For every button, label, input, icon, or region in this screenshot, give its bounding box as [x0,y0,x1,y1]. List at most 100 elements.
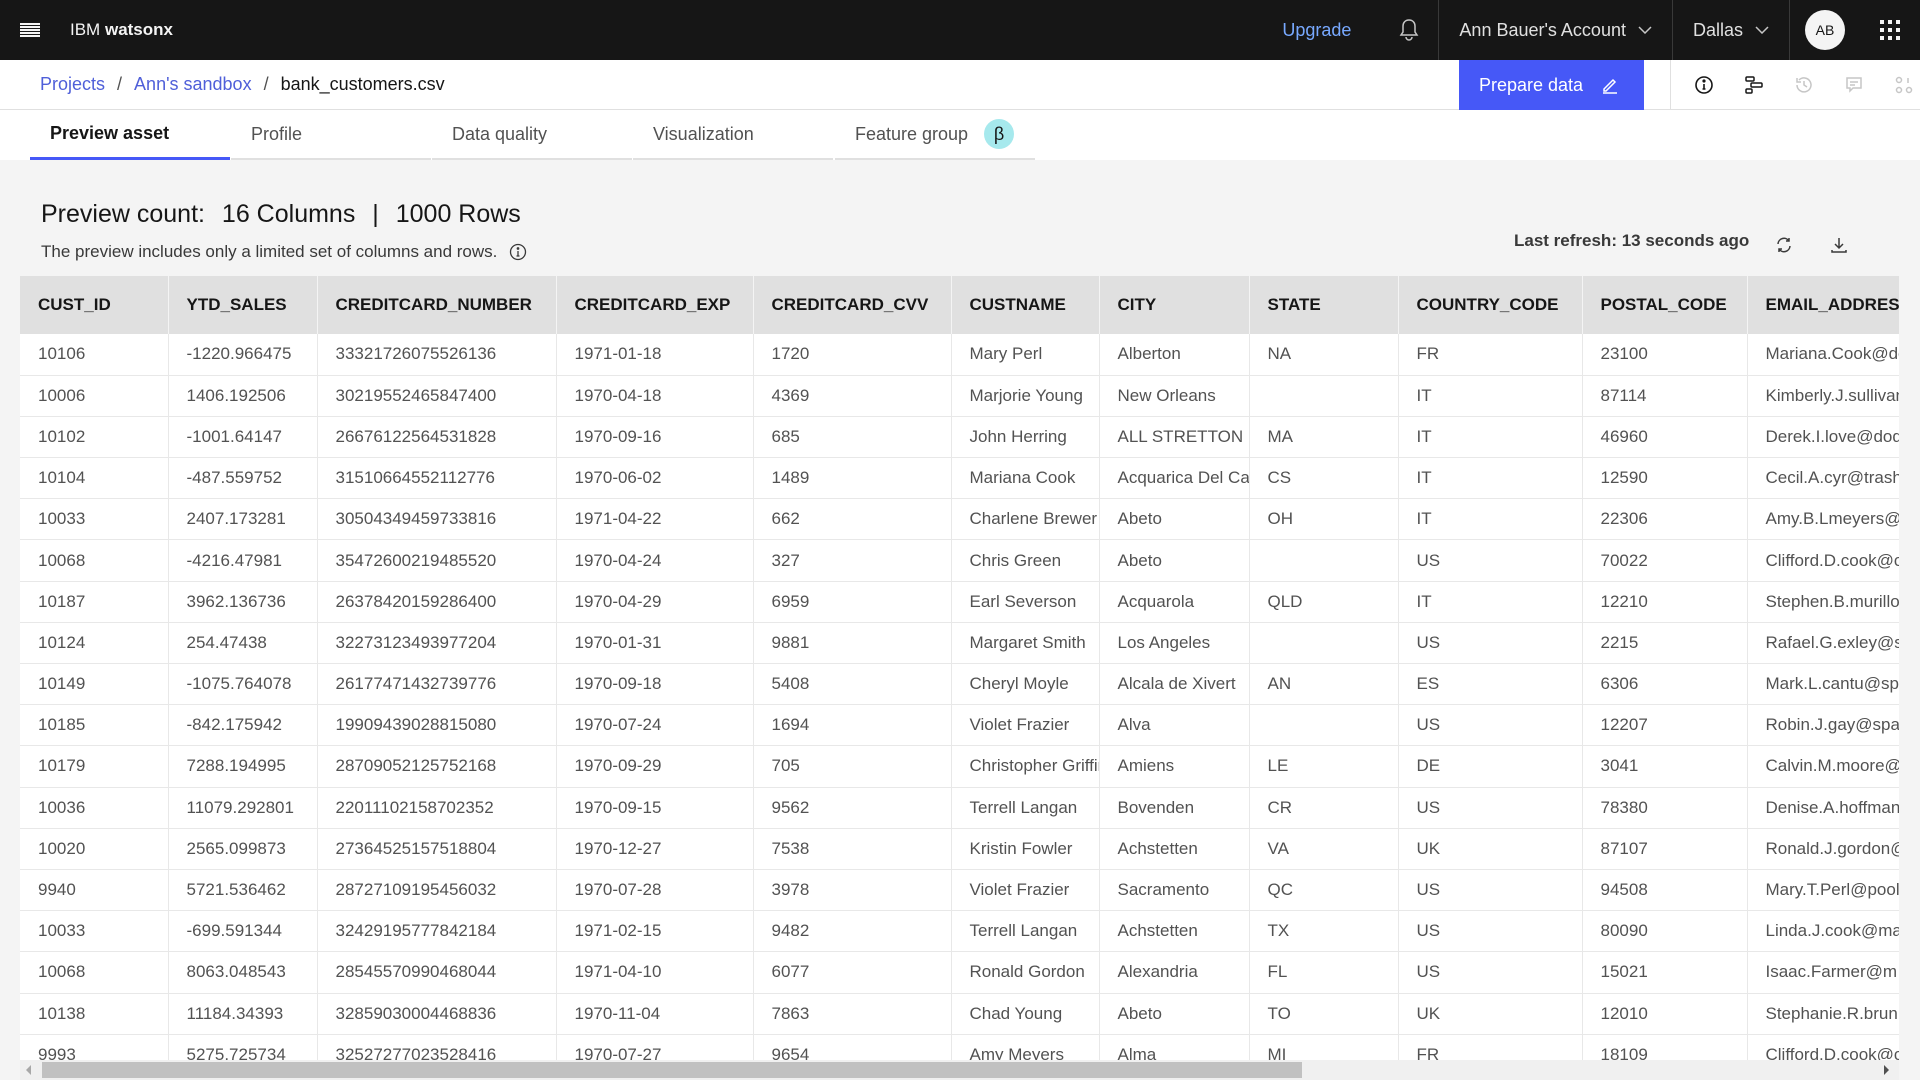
scroll-right-arrow-icon[interactable] [1884,1065,1889,1075]
table-cell: FR [1398,1034,1583,1060]
account-switcher[interactable]: Ann Bauer's Account [1439,0,1673,60]
comments-button[interactable] [1829,60,1879,110]
table-cell: Sacramento [1099,869,1250,912]
scroll-left-arrow-icon[interactable] [26,1065,31,1075]
column-header[interactable]: CREDITCARD_CVV [753,276,952,334]
table-cell: US [1398,787,1583,829]
table-cell: 12010 [1582,993,1748,1035]
info-button[interactable] [1679,60,1729,110]
table-cell: NA [1249,334,1399,376]
table-cell [1249,539,1399,582]
table-cell: Mariana.Cook@do [1747,334,1899,376]
table-cell: 26676122564531828 [317,416,557,459]
column-header[interactable]: CITY [1099,276,1250,334]
preview-note-text: The preview includes only a limited set … [41,242,498,261]
tab-preview-asset[interactable]: Preview asset [30,110,230,160]
table-cell: Alva [1099,704,1250,747]
tab-visualization[interactable]: Visualization [633,110,833,160]
table-cell: 12590 [1582,457,1748,500]
table-cell: 10036 [20,787,169,829]
breadcrumb-projects[interactable]: Projects [40,74,105,95]
column-header[interactable]: CREDITCARD_NUMBER [317,276,557,334]
preview-note: The preview includes only a limited set … [41,242,527,262]
brand-logo[interactable]: IBM watsonx [70,20,173,40]
table-cell: 327 [753,539,952,582]
tab-label: Preview asset [50,123,170,143]
column-header[interactable]: EMAIL_ADDRESS [1747,276,1899,334]
table-cell: 1970-09-18 [556,663,754,706]
preview-table: CUST_ID YTD_SALES CREDITCARD_NUMBER CREDITC… [20,276,1899,1060]
table-row: 10187 3962.136736 26378420159286400 1970-04… [20,581,1899,623]
table-cell: 1970-06-02 [556,457,754,500]
account-label: Ann Bauer's Account [1459,19,1626,40]
brand-prefix: IBM [70,20,101,39]
tab-feature-group[interactable]: Feature group β [835,110,1035,160]
table-body: 10106 -1220.966475 33321726075526136 1971-0… [20,334,1899,1060]
table-row: 10179 7288.194995 28709052125752168 1970-09… [20,745,1899,788]
related-assets-button[interactable] [1879,60,1920,110]
table-cell: -842.175942 [168,704,318,747]
preview-divider: | [372,200,379,228]
table-cell: 10033 [20,910,169,953]
table-cell: 1489 [753,457,952,500]
table-cell: IT [1398,416,1583,459]
column-header[interactable]: STATE [1249,276,1399,334]
table-cell: 1970-11-04 [556,993,754,1035]
column-header[interactable]: CUST_ID [20,276,169,334]
avatar: AB [1805,10,1845,50]
table-cell: Bovenden [1099,787,1250,829]
table-cell: 10068 [20,539,169,582]
app-switcher-button[interactable] [1860,0,1920,60]
table-cell: Violet Frazier [951,869,1100,912]
info-icon[interactable] [509,243,527,261]
user-avatar-button[interactable]: AB [1790,0,1860,60]
tab-data-quality[interactable]: Data quality [432,110,632,160]
chevron-down-icon [1638,26,1652,34]
table-cell: -1220.966475 [168,334,318,376]
upgrade-link[interactable]: Upgrade [1254,20,1379,41]
column-header[interactable]: COUNTRY_CODE [1398,276,1583,334]
breadcrumb-project[interactable]: Ann's sandbox [134,74,252,95]
column-header[interactable]: POSTAL_CODE [1582,276,1748,334]
history-button[interactable] [1779,60,1829,110]
table-cell: 1971-01-18 [556,334,754,376]
refresh-button[interactable] [1772,230,1796,260]
bell-icon [1399,19,1419,41]
table-row: 10102 -1001.64147 26676122564531828 1970-09… [20,416,1899,459]
table-cell: 26378420159286400 [317,581,557,623]
table-cell: TX [1249,910,1399,953]
table-cell: 8063.048543 [168,951,318,994]
lineage-button[interactable] [1729,60,1779,110]
table-cell: Mary Perl [951,334,1100,376]
column-header[interactable]: CREDITCARD_EXP [556,276,754,334]
table-cell: 662 [753,498,952,541]
table-row: 10106 -1220.966475 33321726075526136 1971-0… [20,334,1899,376]
horizontal-scrollbar[interactable] [20,1060,1899,1080]
table-cell: Abeto [1099,539,1250,582]
tab-profile[interactable]: Profile [231,110,431,160]
table-cell: 5721.536462 [168,869,318,912]
table-cell [1249,704,1399,747]
column-header[interactable]: YTD_SALES [168,276,318,334]
column-header[interactable]: CUSTNAME [951,276,1100,334]
table-cell: 9562 [753,787,952,829]
table-cell: Abeto [1099,498,1250,541]
table-cell: 9993 [20,1034,169,1060]
table-cell: 12210 [1582,581,1748,623]
brand-name: watsonx [104,20,173,39]
table-cell: Terrell Langan [951,787,1100,829]
region-switcher[interactable]: Dallas [1673,0,1790,60]
pencil-icon [1603,78,1618,94]
table-cell: 28727109195456032 [317,869,557,912]
hamburger-menu-icon[interactable] [0,0,60,60]
scrollbar-thumb[interactable] [42,1062,1302,1078]
notifications-button[interactable] [1379,0,1440,60]
download-button[interactable] [1827,230,1851,260]
table-cell: Mary.T.Perl@pool [1747,869,1899,912]
table-cell: 30219552465847400 [317,375,557,417]
table-cell: -1075.764078 [168,663,318,706]
prepare-data-button[interactable]: Prepare data [1459,60,1644,110]
table-row: 10104 -487.559752 31510664552112776 1970-06… [20,457,1899,500]
table-cell: 6959 [753,581,952,623]
table-cell: Abeto [1099,993,1250,1035]
